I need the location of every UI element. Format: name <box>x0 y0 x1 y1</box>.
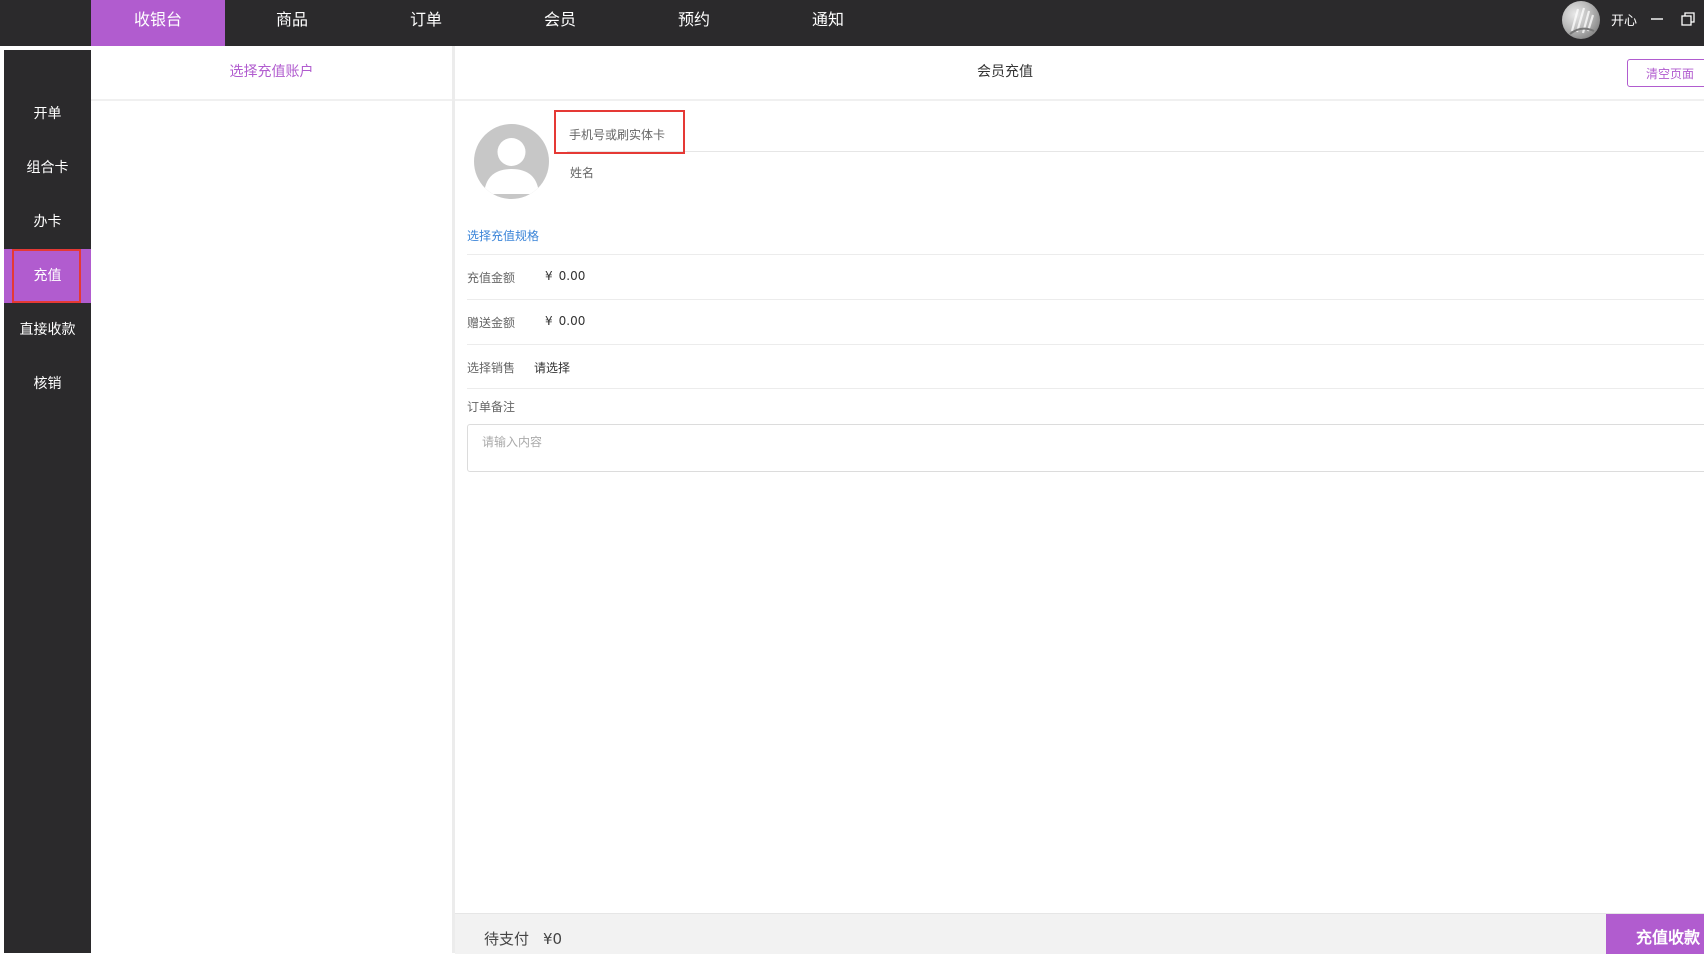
user-avatar[interactable] <box>1562 1 1600 39</box>
gift-amount-row: 赠送金额 ¥0.00 <box>467 299 1704 344</box>
account-panel-title[interactable]: 选择充值账户 <box>91 46 452 101</box>
member-name-label: 姓名 <box>570 166 595 180</box>
user-name[interactable]: 开心 <box>1611 10 1637 29</box>
account-panel: 选择充值账户 <box>91 46 455 953</box>
amount: 0.00 <box>558 314 586 328</box>
sidebar: 开单 组合卡 办卡 充值 直接收款 核销 <box>4 50 91 953</box>
minimize-icon[interactable] <box>1648 8 1666 30</box>
sidebar-item-recharge[interactable]: 充值 <box>4 249 91 303</box>
amount: 0.00 <box>558 269 586 283</box>
tab-cashier[interactable]: 收银台 <box>91 0 225 46</box>
phone-card-input[interactable] <box>567 118 1704 152</box>
pending-payment: 待支付 ¥0 <box>484 928 562 949</box>
top-nav-bar: 收银台 商品 订单 会员 预约 通知 开心 <box>0 0 1704 46</box>
sidebar-item-label: 核销 <box>33 376 62 392</box>
payment-footer: 待支付 ¥0 充值收款 <box>455 913 1704 954</box>
tab-products[interactable]: 商品 <box>225 0 359 46</box>
sidebar-item-redeem[interactable]: 核销 <box>4 357 91 411</box>
order-notes-input[interactable] <box>467 424 1704 472</box>
user-avatar-image <box>1569 7 1595 35</box>
sales-row: 选择销售 请选择 <box>467 344 1704 389</box>
select-spec-link[interactable]: 选择充值规格 <box>467 227 539 244</box>
sidebar-item-label: 直接收款 <box>19 322 76 338</box>
sidebar-item-direct-payment[interactable]: 直接收款 <box>4 303 91 357</box>
pending-label: 待支付 <box>484 930 530 948</box>
tab-appointments[interactable]: 预约 <box>627 0 761 46</box>
tab-notifications[interactable]: 通知 <box>761 0 895 46</box>
recharge-amount-label: 充值金额 <box>467 271 516 285</box>
sidebar-item-label: 充值 <box>33 268 62 284</box>
sidebar-item-combo-card[interactable]: 组合卡 <box>4 141 91 195</box>
restore-window-icon[interactable] <box>1679 8 1697 30</box>
sales-label: 选择销售 <box>467 361 516 375</box>
sidebar-item-open-order[interactable]: 开单 <box>4 87 91 141</box>
tab-members[interactable]: 会员 <box>493 0 627 46</box>
clear-page-button[interactable]: 清空页面 <box>1627 59 1704 87</box>
recharge-amount-row: 充值金额 ¥0.00 <box>467 254 1704 299</box>
member-avatar-icon <box>474 124 549 199</box>
select-sales-link[interactable]: 请选择 <box>534 359 570 376</box>
gift-amount-value[interactable]: ¥0.00 <box>545 314 585 328</box>
sidebar-item-label: 组合卡 <box>26 160 69 176</box>
pending-amount: ¥0 <box>543 930 563 948</box>
sidebar-item-issue-card[interactable]: 办卡 <box>4 195 91 249</box>
recharge-collect-button[interactable]: 充值收款 <box>1606 914 1704 954</box>
order-notes-label: 订单备注 <box>467 400 516 414</box>
page-title: 会员充值 <box>977 64 1033 80</box>
sidebar-item-label: 开单 <box>33 106 62 122</box>
recharge-amount-value[interactable]: ¥0.00 <box>545 269 585 283</box>
gift-amount-label: 赠送金额 <box>467 316 516 330</box>
recharge-header: 会员充值 清空页面 <box>455 46 1704 101</box>
currency-symbol: ¥ <box>545 269 553 283</box>
recharge-panel: 会员充值 清空页面 姓名 选择充值规格 充值金额 ¥0.00 赠送金额 ¥0.0… <box>455 46 1704 953</box>
divider <box>467 388 1704 389</box>
sidebar-item-label: 办卡 <box>33 214 62 230</box>
tab-orders[interactable]: 订单 <box>359 0 493 46</box>
currency-symbol: ¥ <box>545 314 553 328</box>
